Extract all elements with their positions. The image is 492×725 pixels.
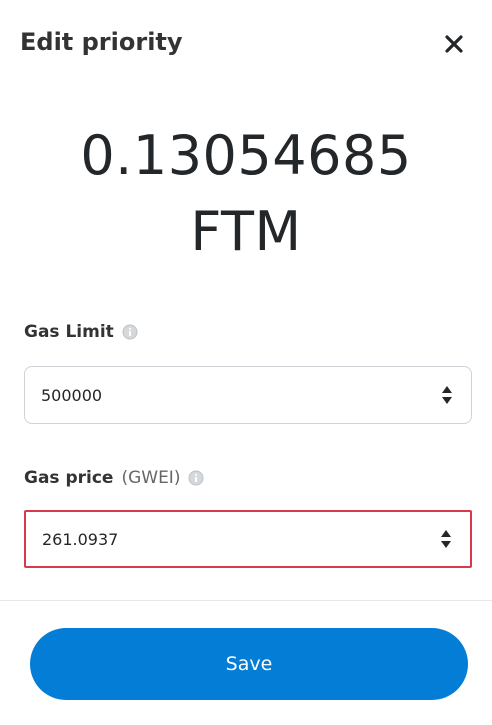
gas-limit-label-text: Gas Limit (24, 322, 114, 342)
info-icon[interactable] (188, 470, 204, 486)
close-icon[interactable] (442, 32, 466, 56)
edit-priority-dialog: Edit priority 0.13054685 FTM Gas Limit 5… (0, 0, 492, 725)
gas-price-input[interactable] (42, 512, 402, 566)
gas-price-label: Gas price (GWEI) (24, 468, 204, 488)
gas-limit-field[interactable] (24, 366, 472, 424)
gas-price-unit-label: (GWEI) (121, 468, 181, 488)
gas-price-field[interactable] (24, 510, 472, 568)
fee-amount-value: 0.13054685 (80, 124, 412, 187)
gas-limit-input[interactable] (41, 367, 401, 423)
gas-limit-label: Gas Limit (24, 322, 138, 342)
gas-limit-stepper[interactable] (441, 384, 453, 406)
gas-price-stepper[interactable] (440, 528, 452, 550)
footer-divider (0, 600, 492, 601)
dialog-title: Edit priority (20, 28, 183, 56)
save-button[interactable]: Save (30, 628, 468, 700)
gas-price-label-text: Gas price (24, 468, 114, 488)
dialog-header: Edit priority (20, 24, 472, 64)
fee-amount-unit: FTM (190, 200, 302, 263)
fee-amount: 0.13054685 FTM (0, 118, 492, 270)
info-icon[interactable] (122, 324, 138, 340)
